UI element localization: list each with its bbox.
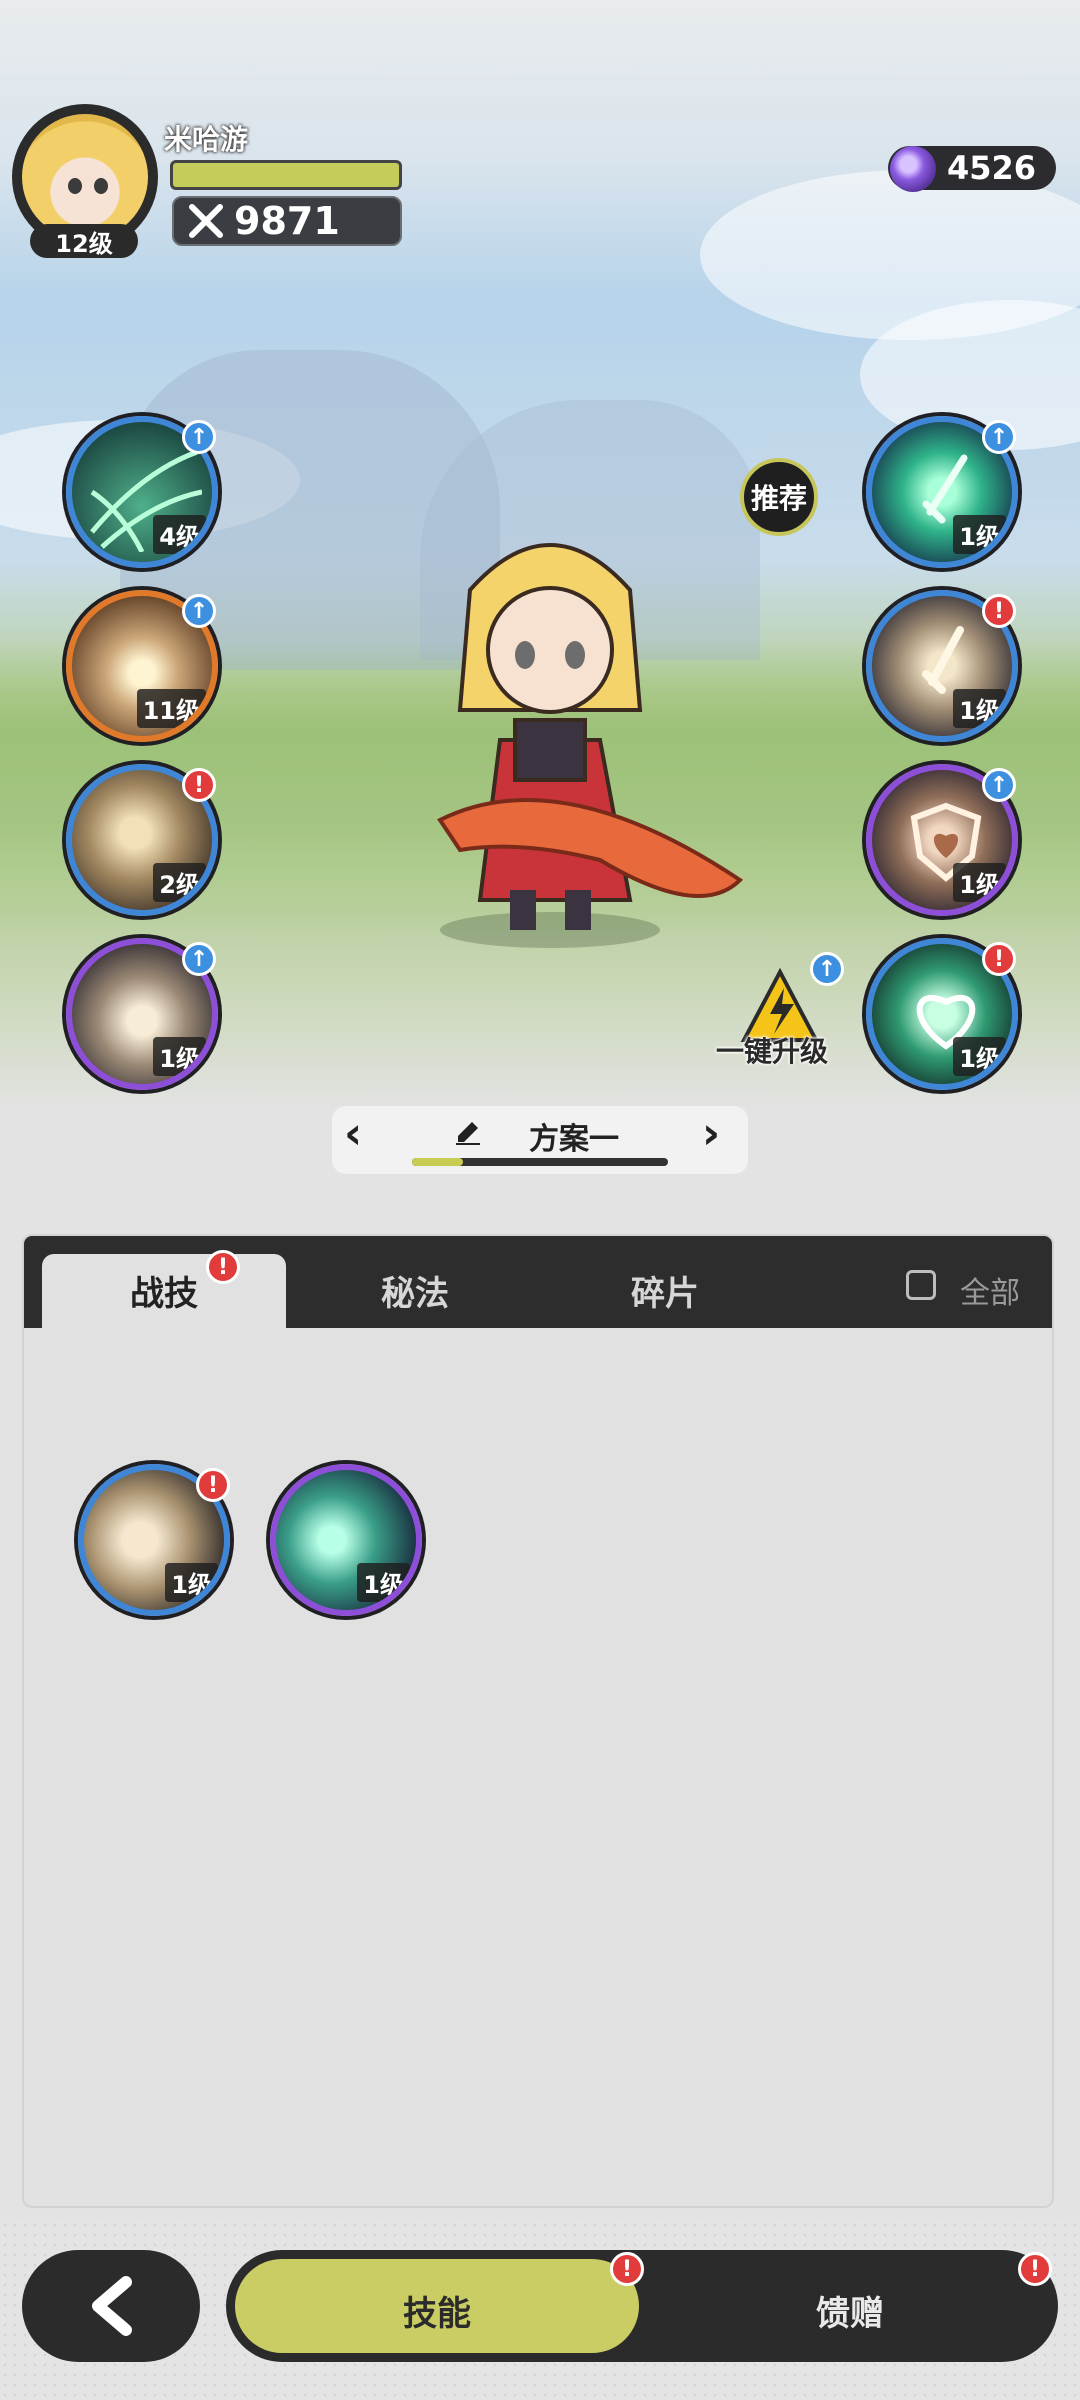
avatar-eye xyxy=(68,178,82,194)
next-plan-button[interactable]: › xyxy=(702,1108,720,1159)
tab-fragments[interactable]: 碎片 xyxy=(580,1266,750,1315)
nav-tab-gifts[interactable]: 馈赠 xyxy=(650,2286,1050,2335)
show-all-label: 全部 xyxy=(960,1276,1020,1311)
inventory-skill-2[interactable]: 1级 xyxy=(270,1464,422,1616)
purple-gem-icon xyxy=(890,146,936,192)
skill-level: 2级 xyxy=(153,863,206,902)
skill-level: 1级 xyxy=(953,863,1006,902)
plan-name[interactable]: 方案一 xyxy=(484,1114,664,1158)
skill-level: 4级 xyxy=(153,515,206,554)
combat-power-value: 9871 xyxy=(234,199,340,243)
upgrade-available-icon: ↑ xyxy=(810,952,844,986)
upgrade-available-icon: ↑ xyxy=(182,594,216,628)
alert-icon: ! xyxy=(196,1468,230,1502)
upgrade-all-button[interactable]: 一键升级 xyxy=(716,1030,828,1070)
avatar[interactable] xyxy=(22,114,148,240)
currency-amount: 4526 xyxy=(946,149,1036,187)
alert-icon: ! xyxy=(1018,2252,1052,2286)
player-name: 米哈游 xyxy=(164,123,249,156)
alert-icon: ! xyxy=(982,942,1016,976)
upgrade-available-icon: ↑ xyxy=(982,420,1016,454)
skill-level: 1级 xyxy=(953,1037,1006,1076)
player-level-badge: 12级 xyxy=(30,224,138,258)
upgrade-available-icon: ↑ xyxy=(182,420,216,454)
prev-plan-button[interactable]: ‹ xyxy=(344,1108,362,1159)
crossed-swords-icon xyxy=(189,204,223,238)
skill-level: 1级 xyxy=(953,515,1006,554)
alert-icon: ! xyxy=(206,1250,240,1284)
skill-level: 11级 xyxy=(136,689,206,728)
skill-level: 1级 xyxy=(153,1037,206,1076)
avatar-eye xyxy=(94,178,108,194)
alert-icon: ! xyxy=(610,2252,644,2286)
skill-level: 1级 xyxy=(165,1563,218,1602)
back-button[interactable] xyxy=(22,2250,200,2362)
tab-combat-skills[interactable]: 战技 xyxy=(42,1266,286,1315)
skill-level: 1级 xyxy=(953,689,1006,728)
upgrade-available-icon: ↑ xyxy=(182,942,216,976)
chevron-left-icon xyxy=(92,2276,132,2336)
show-all-checkbox[interactable] xyxy=(906,1270,936,1300)
hero-character xyxy=(437,543,744,948)
skill-level: 1级 xyxy=(357,1563,410,1602)
alert-icon: ! xyxy=(982,594,1016,628)
upgrade-available-icon: ↑ xyxy=(982,768,1016,802)
alert-icon: ! xyxy=(182,768,216,802)
edit-icon[interactable] xyxy=(454,1118,482,1146)
nav-tab-skills-label: 技能 xyxy=(403,2294,471,2334)
skill-inventory-panel xyxy=(24,1236,1052,2206)
exp-bar xyxy=(170,160,402,190)
tab-secret-arts[interactable]: 秘法 xyxy=(330,1266,500,1315)
plan-progress-fill xyxy=(412,1158,463,1166)
combat-power: 9871 xyxy=(172,196,402,246)
